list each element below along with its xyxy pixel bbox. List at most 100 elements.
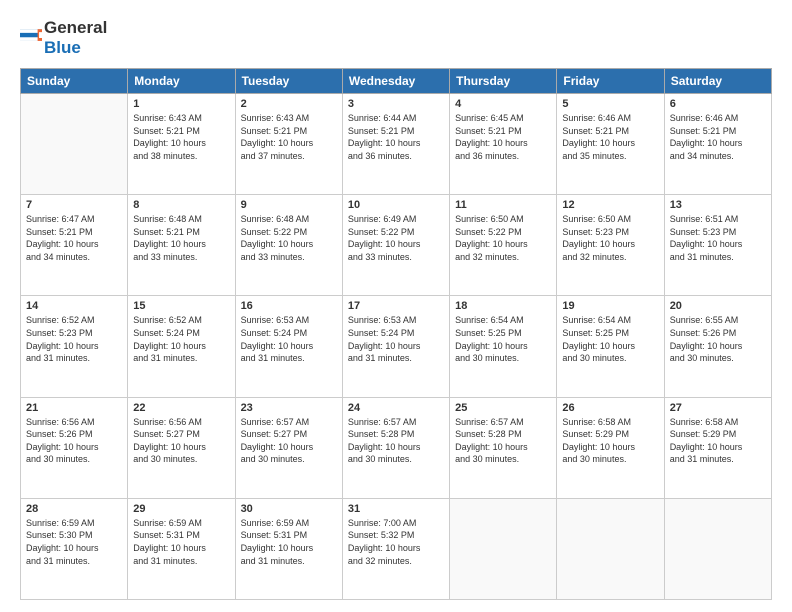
logo-blue: Blue: [44, 38, 81, 57]
day-info: Sunrise: 6:46 AM Sunset: 5:21 PM Dayligh…: [670, 112, 766, 162]
logo: General Blue: [20, 18, 107, 58]
day-info: Sunrise: 6:57 AM Sunset: 5:27 PM Dayligh…: [241, 416, 337, 466]
day-info: Sunrise: 7:00 AM Sunset: 5:32 PM Dayligh…: [348, 517, 444, 567]
calendar-cell: [21, 94, 128, 195]
day-info: Sunrise: 6:58 AM Sunset: 5:29 PM Dayligh…: [562, 416, 658, 466]
day-info: Sunrise: 6:45 AM Sunset: 5:21 PM Dayligh…: [455, 112, 551, 162]
calendar-cell: 15Sunrise: 6:52 AM Sunset: 5:24 PM Dayli…: [128, 296, 235, 397]
day-number: 29: [133, 503, 229, 515]
calendar-table: SundayMondayTuesdayWednesdayThursdayFrid…: [20, 68, 772, 600]
day-info: Sunrise: 6:55 AM Sunset: 5:26 PM Dayligh…: [670, 314, 766, 364]
weekday-header-tuesday: Tuesday: [235, 69, 342, 94]
weekday-header-saturday: Saturday: [664, 69, 771, 94]
day-info: Sunrise: 6:57 AM Sunset: 5:28 PM Dayligh…: [348, 416, 444, 466]
weekday-header-friday: Friday: [557, 69, 664, 94]
calendar-cell: 22 Sunrise: 6:56 AM Sunset: 5:27 PM Dayli…: [128, 397, 235, 498]
page-header: General Blue: [20, 18, 772, 58]
day-info: Sunrise: 6:53 AM Sunset: 5:24 PM Dayligh…: [348, 314, 444, 364]
day-number: 21: [26, 402, 122, 414]
day-info: Sunrise: 6:57 AM Sunset: 5:28 PM Dayligh…: [455, 416, 551, 466]
day-number: 1: [133, 98, 229, 110]
day-info: Sunrise: 6:50 AM Sunset: 5:22 PM Dayligh…: [455, 213, 551, 263]
calendar-cell: 19 Sunrise: 6:54 AM Sunset: 5:25 PM Dayli…: [557, 296, 664, 397]
day-number: 7: [26, 199, 122, 211]
day-info: Sunrise: 6:51 AM Sunset: 5:23 PM Dayligh…: [670, 213, 766, 263]
day-number: 22: [133, 402, 229, 414]
day-info: Sunrise: 6:48 AM Sunset: 5:22 PM Dayligh…: [241, 213, 337, 263]
weekday-header-thursday: Thursday: [450, 69, 557, 94]
day-number: 26: [562, 402, 658, 414]
day-info: Sunrise: 6:54 AM Sunset: 5:25 PM Dayligh…: [562, 314, 658, 364]
day-number: 14: [26, 300, 122, 312]
day-number: 5: [562, 98, 658, 110]
calendar-cell: 3 Sunrise: 6:44 AM Sunset: 5:21 PM Daylig…: [342, 94, 449, 195]
calendar-cell: 7 Sunrise: 6:47 AM Sunset: 5:21 PM Daylig…: [21, 195, 128, 296]
weekday-header-monday: Monday: [128, 69, 235, 94]
day-info: Sunrise: 6:44 AM Sunset: 5:21 PM Dayligh…: [348, 112, 444, 162]
calendar-cell: [664, 498, 771, 599]
day-info: Sunrise: 6:50 AM Sunset: 5:23 PM Dayligh…: [562, 213, 658, 263]
day-number: 12: [562, 199, 658, 211]
day-number: 13: [670, 199, 766, 211]
day-info: Sunrise: 6:54 AM Sunset: 5:25 PM Dayligh…: [455, 314, 551, 364]
calendar-cell: 12 Sunrise: 6:50 AM Sunset: 5:23 PM Dayli…: [557, 195, 664, 296]
calendar-cell: 21 Sunrise: 6:56 AM Sunset: 5:26 PM Dayli…: [21, 397, 128, 498]
calendar-cell: 11 Sunrise: 6:50 AM Sunset: 5:22 PM Dayli…: [450, 195, 557, 296]
day-number: 3: [348, 98, 444, 110]
calendar-cell: 25Sunrise: 6:57 AM Sunset: 5:28 PM Dayli…: [450, 397, 557, 498]
day-info: Sunrise: 6:52 AM Sunset: 5:23 PM Dayligh…: [26, 314, 122, 364]
calendar-cell: 10 Sunrise: 6:49 AM Sunset: 5:22 PM Dayli…: [342, 195, 449, 296]
day-number: 11: [455, 199, 551, 211]
calendar-cell: 31 Sunrise: 7:00 AM Sunset: 5:32 PM Dayli…: [342, 498, 449, 599]
calendar-cell: 14 Sunrise: 6:52 AM Sunset: 5:23 PM Dayli…: [21, 296, 128, 397]
day-info: Sunrise: 6:59 AM Sunset: 5:31 PM Dayligh…: [241, 517, 337, 567]
calendar-cell: 27 Sunrise: 6:58 AM Sunset: 5:29 PM Dayli…: [664, 397, 771, 498]
day-info: Sunrise: 6:49 AM Sunset: 5:22 PM Dayligh…: [348, 213, 444, 263]
calendar-cell: 5Sunrise: 6:46 AM Sunset: 5:21 PM Daylig…: [557, 94, 664, 195]
day-info: Sunrise: 6:59 AM Sunset: 5:30 PM Dayligh…: [26, 517, 122, 567]
weekday-header-sunday: Sunday: [21, 69, 128, 94]
day-number: 24: [348, 402, 444, 414]
day-number: 17: [348, 300, 444, 312]
day-number: 10: [348, 199, 444, 211]
day-info: Sunrise: 6:48 AM Sunset: 5:21 PM Dayligh…: [133, 213, 229, 263]
day-number: 18: [455, 300, 551, 312]
day-number: 6: [670, 98, 766, 110]
day-info: Sunrise: 6:56 AM Sunset: 5:26 PM Dayligh…: [26, 416, 122, 466]
calendar-cell: 30 Sunrise: 6:59 AM Sunset: 5:31 PM Dayli…: [235, 498, 342, 599]
day-info: Sunrise: 6:43 AM Sunset: 5:21 PM Dayligh…: [133, 112, 229, 162]
day-info: Sunrise: 6:56 AM Sunset: 5:27 PM Dayligh…: [133, 416, 229, 466]
day-number: 19: [562, 300, 658, 312]
day-number: 2: [241, 98, 337, 110]
calendar-cell: 29 Sunrise: 6:59 AM Sunset: 5:31 PM Dayli…: [128, 498, 235, 599]
day-info: Sunrise: 6:59 AM Sunset: 5:31 PM Dayligh…: [133, 517, 229, 567]
day-number: 20: [670, 300, 766, 312]
day-number: 23: [241, 402, 337, 414]
calendar-cell: 8 Sunrise: 6:48 AM Sunset: 5:21 PM Daylig…: [128, 195, 235, 296]
logo-icon: [20, 27, 42, 49]
calendar-cell: 16 Sunrise: 6:53 AM Sunset: 5:24 PM Dayli…: [235, 296, 342, 397]
day-info: Sunrise: 6:58 AM Sunset: 5:29 PM Dayligh…: [670, 416, 766, 466]
calendar-cell: 28Sunrise: 6:59 AM Sunset: 5:30 PM Dayli…: [21, 498, 128, 599]
calendar-cell: 4 Sunrise: 6:45 AM Sunset: 5:21 PM Daylig…: [450, 94, 557, 195]
day-number: 27: [670, 402, 766, 414]
calendar-cell: 24 Sunrise: 6:57 AM Sunset: 5:28 PM Dayli…: [342, 397, 449, 498]
calendar-cell: 17 Sunrise: 6:53 AM Sunset: 5:24 PM Dayli…: [342, 296, 449, 397]
calendar-cell: [557, 498, 664, 599]
day-number: 30: [241, 503, 337, 515]
calendar-cell: 6 Sunrise: 6:46 AM Sunset: 5:21 PM Daylig…: [664, 94, 771, 195]
day-info: Sunrise: 6:47 AM Sunset: 5:21 PM Dayligh…: [26, 213, 122, 263]
calendar-cell: 1 Sunrise: 6:43 AM Sunset: 5:21 PM Daylig…: [128, 94, 235, 195]
calendar-cell: 26 Sunrise: 6:58 AM Sunset: 5:29 PM Dayli…: [557, 397, 664, 498]
calendar-cell: 9 Sunrise: 6:48 AM Sunset: 5:22 PM Daylig…: [235, 195, 342, 296]
logo-general: General: [44, 18, 107, 37]
day-number: 4: [455, 98, 551, 110]
day-info: Sunrise: 6:43 AM Sunset: 5:21 PM Dayligh…: [241, 112, 337, 162]
weekday-header-wednesday: Wednesday: [342, 69, 449, 94]
day-info: Sunrise: 6:53 AM Sunset: 5:24 PM Dayligh…: [241, 314, 337, 364]
day-number: 8: [133, 199, 229, 211]
day-number: 9: [241, 199, 337, 211]
day-number: 16: [241, 300, 337, 312]
calendar-cell: 20 Sunrise: 6:55 AM Sunset: 5:26 PM Dayli…: [664, 296, 771, 397]
day-number: 31: [348, 503, 444, 515]
